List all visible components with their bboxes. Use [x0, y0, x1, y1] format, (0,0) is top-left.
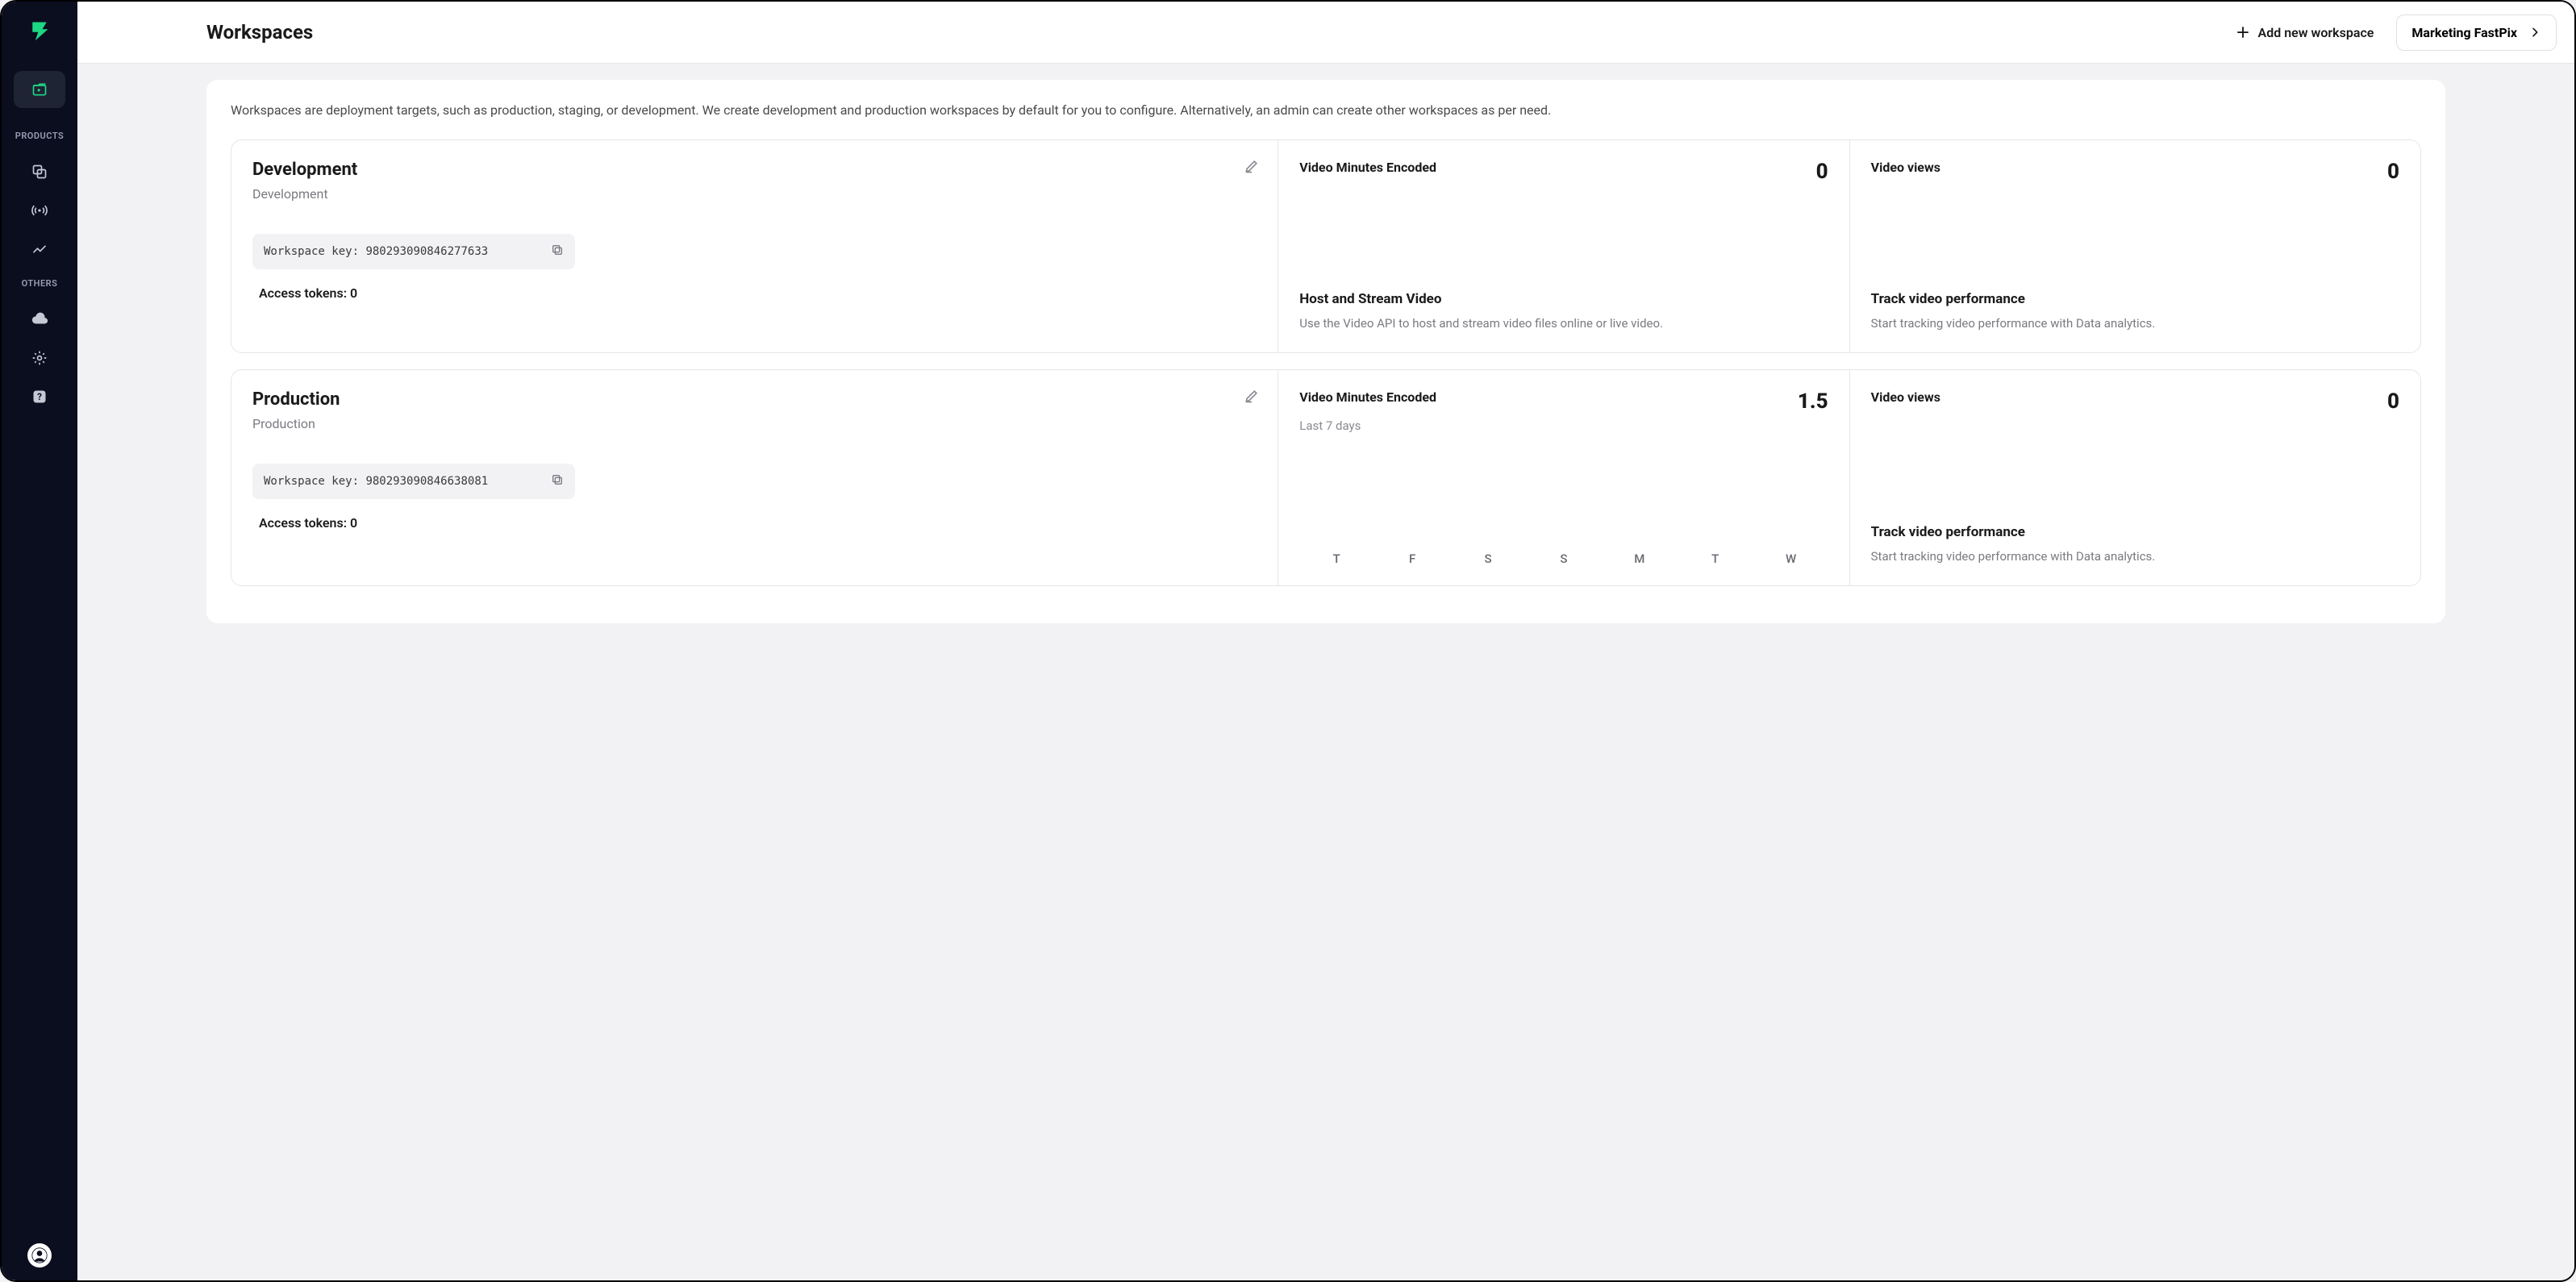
sidebar-item-cloud[interactable]: [22, 302, 57, 337]
workspace-env: Development: [252, 186, 1257, 202]
chart-x-label: F: [1378, 552, 1446, 566]
workspace-key-box: Workspace key: 980293090846277633: [252, 234, 575, 269]
add-workspace-label: Add new workspace: [2258, 25, 2374, 40]
sidebar-section-products: PRODUCTS: [15, 131, 64, 141]
workspace-key-text: Workspace key: 980293090846638081: [264, 475, 488, 488]
access-tokens: Access tokens: 0: [252, 285, 1257, 301]
stat-minutes-label: Video Minutes Encoded: [1299, 160, 1436, 175]
logo-icon: [28, 19, 51, 42]
edit-icon[interactable]: [1244, 388, 1260, 407]
header: Workspaces Add new workspace Marketing F…: [77, 2, 2574, 64]
host-stream-title: Host and Stream Video: [1299, 291, 1828, 307]
track-perf-title: Track video performance: [1871, 291, 2399, 307]
intro-text: Workspaces are deployment targets, such …: [231, 101, 2421, 120]
copy-icon[interactable]: [551, 473, 564, 489]
workspace-name: Production: [252, 389, 1257, 410]
sidebar-item-media[interactable]: [22, 154, 57, 189]
sidebar-item-settings[interactable]: [22, 340, 57, 376]
sidebar-item-help[interactable]: ?: [22, 379, 57, 414]
chart-x-label: S: [1530, 552, 1598, 566]
copy-icon[interactable]: [551, 243, 564, 260]
workspace-name: Development: [252, 160, 1257, 180]
chart-x-label: T: [1682, 552, 1749, 566]
workspace-switcher-label: Marketing FastPix: [2411, 25, 2517, 40]
sidebar: PRODUCTS OTHERS ?: [2, 2, 77, 1280]
stat-minutes-value: 0: [1816, 160, 1828, 184]
minutes-bar-chart: [1299, 452, 1828, 545]
track-perf-title: Track video performance: [1871, 524, 2399, 540]
plus-icon: [2236, 25, 2250, 40]
user-avatar[interactable]: [27, 1243, 52, 1267]
sidebar-item-live[interactable]: [22, 193, 57, 228]
svg-text:?: ?: [37, 391, 42, 402]
stat-views-value: 0: [2387, 389, 2399, 414]
stat-minutes-sub: Last 7 days: [1299, 418, 1828, 433]
stat-minutes-value: 1.5: [1798, 389, 1828, 414]
workspace-switcher[interactable]: Marketing FastPix: [2396, 15, 2557, 51]
chart-x-label: M: [1606, 552, 1674, 566]
sidebar-item-workspaces[interactable]: [14, 71, 65, 108]
stat-views-label: Video views: [1871, 389, 1940, 405]
sidebar-section-others: OTHERS: [22, 278, 58, 289]
workspace-card: Production Production Workspace key: 980…: [231, 369, 2421, 586]
chart-x-label: S: [1454, 552, 1522, 566]
add-workspace-button[interactable]: Add new workspace: [2236, 25, 2374, 40]
chart-x-label: T: [1303, 552, 1370, 566]
workspace-key-box: Workspace key: 980293090846638081: [252, 464, 575, 499]
chart-x-label: W: [1757, 552, 1825, 566]
track-perf-desc: Start tracking video performance with Da…: [1871, 548, 2399, 566]
chart-x-labels: TFSSMTW: [1299, 545, 1828, 566]
access-tokens: Access tokens: 0: [252, 515, 1257, 531]
stat-minutes-label: Video Minutes Encoded: [1299, 389, 1436, 405]
host-stream-desc: Use the Video API to host and stream vid…: [1299, 315, 1828, 333]
sidebar-item-analytics[interactable]: [22, 231, 57, 267]
stat-views-label: Video views: [1871, 160, 1940, 175]
workspace-env: Production: [252, 416, 1257, 431]
chevron-right-icon: [2528, 26, 2541, 39]
workspace-card: Development Development Workspace key: 9…: [231, 139, 2421, 353]
page-title: Workspaces: [206, 21, 313, 44]
edit-icon[interactable]: [1244, 158, 1260, 177]
workspace-key-text: Workspace key: 980293090846277633: [264, 245, 488, 258]
track-perf-desc: Start tracking video performance with Da…: [1871, 315, 2399, 333]
stat-views-value: 0: [2387, 160, 2399, 184]
